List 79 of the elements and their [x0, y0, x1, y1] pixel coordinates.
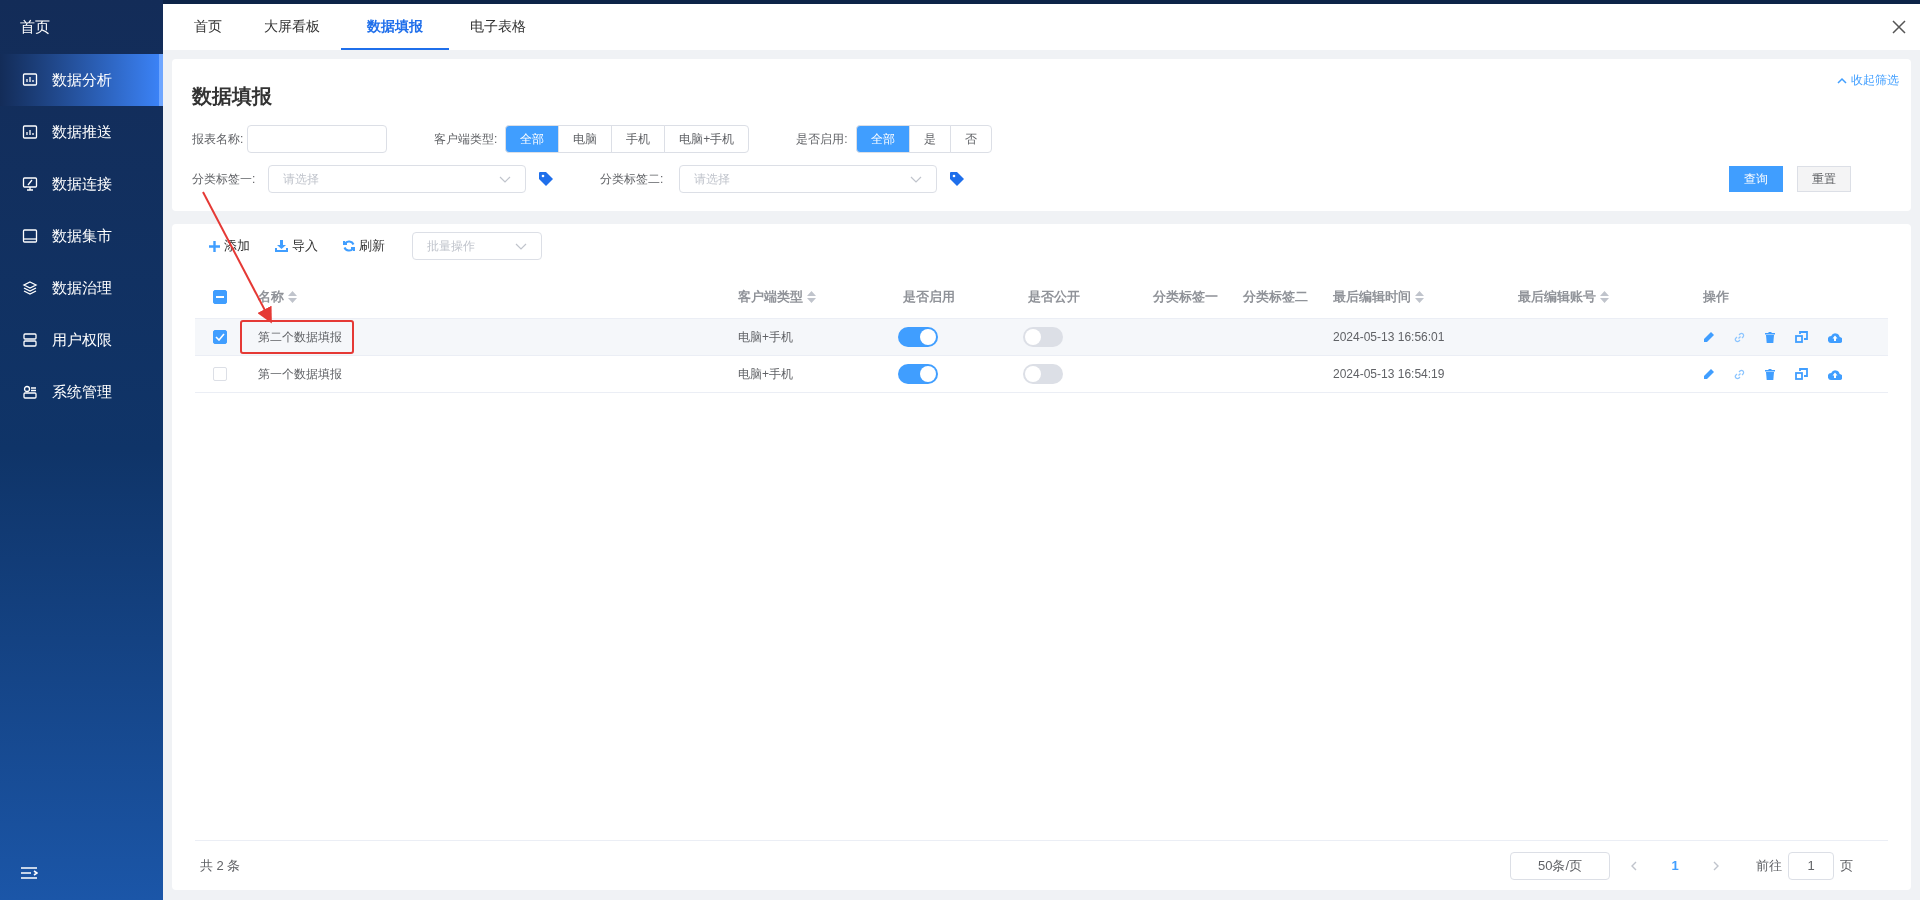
toggle-switch[interactable]	[1023, 364, 1063, 384]
link-icon[interactable]	[1734, 331, 1745, 343]
field-label: 报表名称:	[192, 131, 245, 148]
menu-item-icon	[22, 176, 38, 192]
reset-button[interactable]: 重置	[1797, 166, 1851, 192]
sidebar-item[interactable]: 系统管理	[0, 366, 163, 418]
next-page-icon	[1713, 860, 1720, 871]
toolbar-button[interactable]: 刷新	[343, 236, 385, 256]
segment-option[interactable]: 否	[949, 125, 992, 153]
total-count: 共 2 条	[200, 856, 241, 875]
segment-option[interactable]: 电脑	[558, 125, 613, 153]
sort-icon	[1600, 290, 1609, 303]
sidebar-item[interactable]: 用户权限	[0, 314, 163, 366]
collapse-menu-icon	[20, 866, 38, 880]
menu-item-icon	[22, 72, 38, 88]
toggle-switch[interactable]	[898, 364, 938, 384]
menu-item-icon	[22, 280, 38, 296]
tab[interactable]: 大屏看板	[243, 4, 341, 50]
sidebar-item[interactable]: 数据分析	[0, 54, 163, 106]
segment-option[interactable]: 电脑+手机	[664, 125, 750, 153]
toggle-switch[interactable]	[1023, 327, 1063, 347]
previous-page-icon	[1630, 860, 1637, 871]
tag-icon	[538, 171, 554, 187]
copy-icon[interactable]	[1795, 368, 1808, 380]
goto-page-field[interactable]: 1	[1788, 851, 1834, 880]
tag-icon	[949, 171, 965, 187]
edit-icon[interactable]	[1703, 368, 1714, 380]
menu-item-icon	[22, 124, 38, 140]
copy-icon[interactable]	[1795, 331, 1808, 343]
goto-label: 前往	[1756, 856, 1782, 875]
field-label: 客户端类型:	[434, 131, 498, 148]
cloud-upload-icon[interactable]	[1828, 368, 1842, 380]
sort-icon	[807, 290, 816, 303]
sort-icon	[288, 290, 297, 303]
field-label: 分类标签二:	[600, 171, 665, 188]
tab[interactable]: 电子表格	[449, 4, 547, 50]
sort-icon	[1415, 290, 1424, 303]
refresh-icon	[343, 240, 355, 252]
chevron-down-icon	[515, 242, 527, 250]
report-name-field[interactable]	[247, 125, 387, 153]
plus-icon	[209, 240, 220, 252]
delete-icon[interactable]	[1765, 331, 1775, 343]
edit-icon[interactable]	[1703, 331, 1714, 343]
field-label: 是否启用:	[796, 131, 848, 148]
segment-option[interactable]: 手机	[611, 125, 666, 153]
sidebar-item[interactable]: 数据连接	[0, 158, 163, 210]
cloud-upload-icon[interactable]	[1828, 331, 1842, 343]
table-cell-text: 电脑+手机	[738, 329, 793, 346]
chevron-down-icon	[499, 175, 511, 183]
link-icon[interactable]	[1734, 368, 1745, 380]
toggle-switch[interactable]	[898, 327, 938, 347]
checkbox[interactable]	[213, 330, 227, 344]
chevron-up-icon	[1837, 76, 1847, 84]
delete-icon[interactable]	[1765, 368, 1775, 380]
download-icon	[275, 240, 288, 252]
tab[interactable]: 数据填报	[341, 4, 449, 50]
tab[interactable]: 首页	[173, 4, 243, 50]
page-title: 数据填报	[192, 84, 273, 109]
page-size-select[interactable]: 50条/页	[1510, 851, 1610, 880]
minus-icon	[216, 295, 224, 298]
toolbar-button[interactable]: 导入	[275, 236, 318, 256]
chevron-down-icon	[910, 175, 922, 183]
checkbox[interactable]	[213, 289, 227, 304]
table-cell-text: 第二个数据填报	[258, 329, 342, 346]
sidebar-item[interactable]: 数据集市	[0, 210, 163, 262]
table-cell-text: 电脑+手机	[738, 366, 793, 383]
menu-item-icon	[22, 384, 38, 400]
menu-item-icon	[22, 332, 38, 348]
home-link[interactable]: 首页	[0, 0, 163, 54]
table-cell-text: 2024-05-13 16:56:01	[1333, 329, 1445, 346]
close-icon	[1892, 20, 1906, 34]
sidebar-item[interactable]: 数据推送	[0, 106, 163, 158]
goto-suffix: 页	[1840, 856, 1853, 875]
menu-item-icon	[22, 228, 38, 244]
table-cell-text: 第一个数据填报	[258, 366, 342, 383]
segment-option[interactable]: 是	[908, 125, 951, 153]
table-cell-text: 2024-05-13 16:54:19	[1333, 366, 1445, 383]
sidebar-item[interactable]: 数据治理	[0, 262, 163, 314]
field-label: 分类标签一:	[192, 171, 257, 188]
